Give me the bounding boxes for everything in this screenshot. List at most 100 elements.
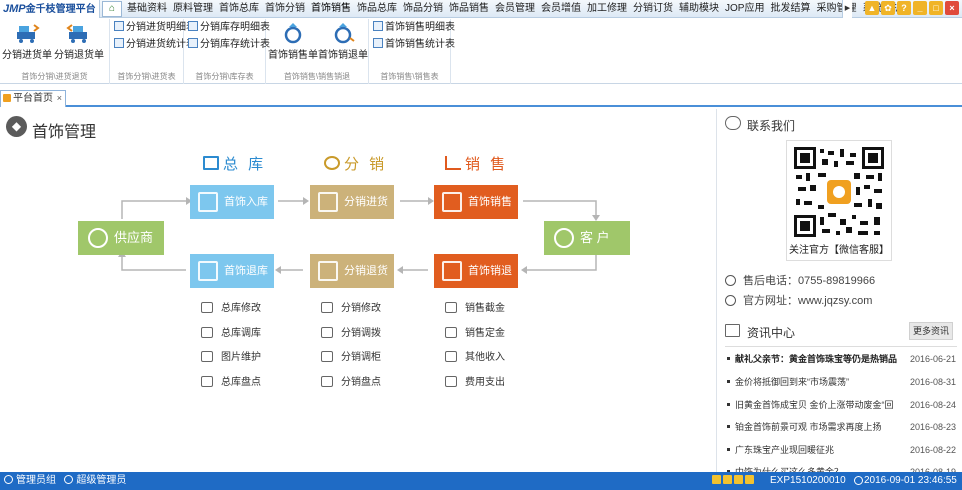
- cart-return-icon: [66, 22, 92, 44]
- settings-icon[interactable]: ✿: [881, 1, 895, 15]
- news-item-date: 2016-08-24: [909, 400, 956, 410]
- menu-item-member-plus[interactable]: 会员增值: [538, 0, 584, 18]
- window-controls: ▲ ✿ ? _ □ ×: [865, 1, 959, 17]
- expense-link[interactable]: 费用支出: [445, 376, 505, 390]
- ribbon-group-dist-stock-report: 分销库存明细表 分销库存统计表 首饰分销\库存表: [184, 19, 270, 84]
- dist-return-button[interactable]: 分销退货单: [52, 22, 106, 61]
- stock-in-button[interactable]: 首饰入库: [190, 185, 274, 219]
- dist-counter-link[interactable]: 分销调柜: [321, 351, 381, 365]
- customer-node[interactable]: 客 户: [544, 221, 630, 255]
- lock-icon[interactable]: [745, 475, 754, 484]
- news-item[interactable]: 广东珠宝产业现回暖征兆 2016-08-22: [725, 442, 957, 458]
- news-item[interactable]: 旧黄金首饰成宝贝 金价上涨带动废金“回 2016-08-24: [725, 397, 957, 413]
- news-item[interactable]: 献礼父亲节：黄金首饰珠宝等仍是热销品 2016-06-21: [725, 351, 957, 367]
- deposit-icon: [445, 327, 457, 338]
- supplier-node[interactable]: 供应商: [78, 221, 164, 255]
- news-item[interactable]: 中饰为什么买这么多黄金？ 2016-08-19: [725, 464, 957, 472]
- menu-item-jop[interactable]: JOP应用: [722, 0, 767, 18]
- dist-in-button[interactable]: 分销进货单: [2, 22, 52, 61]
- status-time: 2016-09-01 23:46:55: [864, 475, 957, 486]
- minimize-icon[interactable]: _: [913, 1, 927, 15]
- dist-count-link[interactable]: 分销盘点: [321, 376, 381, 390]
- news-item-title: 铂金首饰前景可观 市场需求再度上扬: [735, 422, 882, 432]
- menu-item-repair[interactable]: 加工修理: [584, 0, 630, 18]
- bullet-icon: [727, 357, 730, 360]
- main-menu: 基础资料 原料管理 首饰总库 首饰分销 首饰销售 饰品总库 饰品分销 饰品销售 …: [124, 0, 905, 18]
- dist-return-node-button[interactable]: 分销退货: [310, 254, 394, 288]
- dist-edit-label: 分销修改: [341, 303, 381, 314]
- news-item-date: 2016-08-22: [909, 445, 956, 455]
- news-item-date: 2016-08-23: [909, 422, 956, 432]
- dist-counter-label: 分销调柜: [341, 352, 381, 363]
- stock-edit-link[interactable]: 总库修改: [201, 302, 261, 316]
- close-icon[interactable]: ×: [945, 1, 959, 15]
- dist-stock-stat-button[interactable]: 分销库存统计表: [188, 38, 270, 52]
- menu-item-jewelry-dist[interactable]: 首饰分销: [262, 0, 308, 18]
- maximize-icon[interactable]: □: [929, 1, 943, 15]
- dist-in-node-button[interactable]: 分销进货: [310, 185, 394, 219]
- sales-stat-button[interactable]: 首饰销售统计表: [373, 38, 455, 52]
- ring-icon: [280, 22, 306, 44]
- menu-item-basic[interactable]: 基础资料: [124, 0, 170, 18]
- receipt-return-icon: [442, 261, 462, 281]
- menu-item-member[interactable]: 会员管理: [492, 0, 538, 18]
- phone-line: 售后电话：0755-89819966: [725, 272, 875, 288]
- tab-home[interactable]: 平台首页 ×: [0, 90, 66, 107]
- jewelry-sales-button[interactable]: 首饰销售单: [268, 22, 318, 61]
- lock-icon[interactable]: ▲: [865, 1, 879, 15]
- logo-name: 金千枝管理平台: [25, 4, 96, 15]
- tab-close-icon[interactable]: ×: [57, 91, 62, 106]
- help-icon[interactable]: ?: [897, 1, 911, 15]
- menu-item-wholesale[interactable]: 批发结算: [767, 0, 813, 18]
- gold-bar-icon: [445, 302, 457, 313]
- report-icon: [373, 21, 383, 31]
- db-icon[interactable]: [723, 475, 732, 484]
- qr-code: [794, 147, 884, 237]
- folder-icon[interactable]: [712, 475, 721, 484]
- menu-item-acc-sales[interactable]: 饰品销售: [446, 0, 492, 18]
- print-icon[interactable]: [734, 475, 743, 484]
- sales-node-button[interactable]: 首饰销售: [434, 185, 518, 219]
- status-user: 超级管理员: [76, 475, 127, 486]
- menu-item-order[interactable]: 分销订货: [630, 0, 676, 18]
- sales-deposit-link[interactable]: 销售定金: [445, 327, 505, 341]
- menu-item-acc-dist[interactable]: 饰品分销: [400, 0, 446, 18]
- sales-cut-gold-link[interactable]: 销售截金: [445, 302, 505, 316]
- ribbon-group-sales: 首饰销售单 首饰销退单 首饰销售\销售销退: [266, 19, 369, 84]
- report-icon: [114, 21, 124, 31]
- menu-item-aux[interactable]: 辅助模块: [676, 0, 722, 18]
- dist-allocate-link[interactable]: 分销调拨: [321, 327, 381, 341]
- other-income-label: 其他收入: [465, 352, 505, 363]
- menu-item-acc-store[interactable]: 饰品总库: [354, 0, 400, 18]
- supplier-label: 供应商: [114, 230, 154, 245]
- edit-icon: [201, 302, 213, 313]
- menu-scroll-right-icon[interactable]: ▶: [842, 0, 852, 18]
- menu-item-purchase[interactable]: 采购管理: [813, 0, 859, 18]
- dist-stock-detail-button[interactable]: 分销库存明细表: [188, 21, 270, 35]
- stock-transfer-link[interactable]: 总库调库: [201, 327, 261, 341]
- news-item[interactable]: 金价将抵御回到来“市场震荡” 2016-08-31: [725, 374, 957, 390]
- home-icon[interactable]: ⌂: [102, 1, 122, 17]
- stock-return-button[interactable]: 首饰退库: [190, 254, 274, 288]
- bullet-icon: [727, 403, 730, 406]
- report-icon: [373, 38, 383, 48]
- other-income-link[interactable]: 其他收入: [445, 351, 505, 365]
- sales-return-node-button[interactable]: 首饰销退: [434, 254, 518, 288]
- sales-detail-button[interactable]: 首饰销售明细表: [373, 21, 455, 35]
- stock-count-link[interactable]: 总库盘点: [201, 376, 261, 390]
- menu-item-material[interactable]: 原料管理: [170, 0, 216, 18]
- news-item[interactable]: 铂金首饰前景可观 市场需求再度上扬 2016-08-23: [725, 419, 957, 435]
- bullet-icon: [727, 425, 730, 428]
- dist-edit-link[interactable]: 分销修改: [321, 302, 381, 316]
- group-icon: [4, 475, 13, 484]
- website-line[interactable]: 官方网址：www.jqzsy.com: [725, 292, 872, 308]
- dist-in-node-label: 分销进货: [344, 196, 388, 208]
- menu-item-jewelry-sales[interactable]: 首饰销售: [308, 0, 354, 18]
- news-item-title: 金价将抵御回到来“市场震荡”: [735, 377, 849, 387]
- more-news-button[interactable]: 更多资讯: [909, 322, 953, 340]
- jewelry-return-button[interactable]: 首饰销退单: [318, 22, 368, 61]
- image-maintain-link[interactable]: 图片维护: [201, 351, 261, 365]
- status-group: 管理员组: [16, 475, 56, 486]
- menu-item-jewelry-store[interactable]: 首饰总库: [216, 0, 262, 18]
- dist-count-label: 分销盘点: [341, 377, 381, 388]
